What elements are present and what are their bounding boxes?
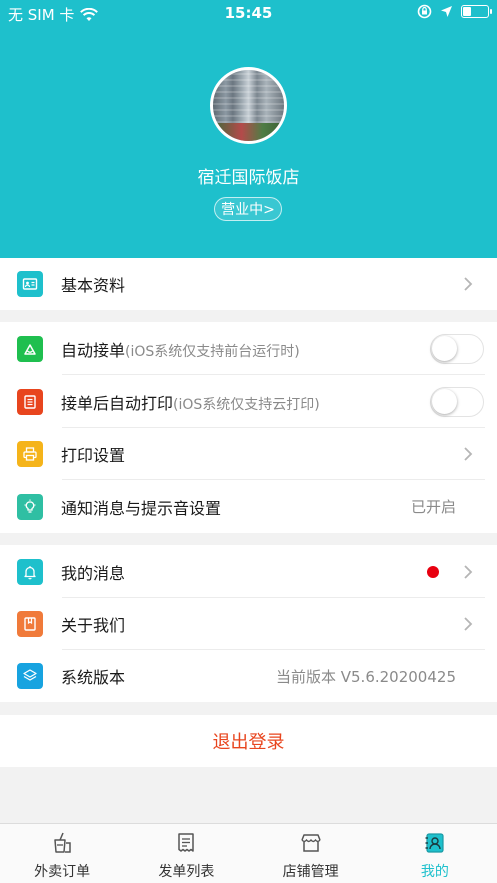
auto-accept-toggle[interactable] xyxy=(430,333,484,364)
chevron-right-icon xyxy=(464,564,473,579)
id-card-icon xyxy=(17,271,43,297)
battery-icon xyxy=(461,5,492,18)
notify-settings-row[interactable]: 通知消息与提示音设置 已开启 xyxy=(0,480,497,533)
chevron-right-icon xyxy=(464,447,473,461)
lightbulb-icon xyxy=(17,493,43,520)
bookmark-icon xyxy=(17,611,43,637)
rotation-lock-icon xyxy=(417,4,432,19)
version-value: 当前版本 V5.6.20200425 xyxy=(275,667,456,686)
settings-section: 自动接单(iOS系统仅支持前台运行时) 接单后自动打印(iOS系统仅支持云打印)… xyxy=(0,322,497,533)
auto-accept-row: 自动接单(iOS系统仅支持前台运行时) xyxy=(0,322,497,375)
notify-settings-label: 通知消息与提示音设置 xyxy=(61,498,222,518)
bell-icon xyxy=(17,558,43,585)
shop-avatar[interactable] xyxy=(210,67,287,144)
about-us-label: 关于我们 xyxy=(61,616,126,635)
print-settings-row[interactable]: 打印设置 xyxy=(0,428,497,480)
document-icon xyxy=(17,388,43,415)
profile-card-icon xyxy=(425,833,444,853)
tab-takeout-orders[interactable]: 外卖订单 xyxy=(0,824,124,883)
system-version-row: 系统版本 当前版本 V5.6.20200425 xyxy=(0,650,497,702)
my-messages-row[interactable]: 我的消息 xyxy=(0,545,497,598)
unread-badge xyxy=(427,565,439,578)
my-messages-label: 我的消息 xyxy=(61,563,126,583)
tab-label: 发单列表 xyxy=(158,864,215,880)
location-arrow-icon xyxy=(441,6,452,17)
system-version-label: 系统版本 xyxy=(61,668,126,687)
receipt-icon xyxy=(178,833,195,852)
chevron-right-icon xyxy=(464,277,473,291)
profile-header: 无 SIM 卡 15:45 宿迁国际饭店 营业中> xyxy=(0,0,497,258)
business-status-button[interactable]: 营业中> xyxy=(214,197,282,221)
notify-status-value: 已开启 xyxy=(410,498,456,516)
auto-accept-title: 自动接单 xyxy=(61,340,126,360)
store-icon xyxy=(300,834,321,852)
basic-info-row[interactable]: 基本资料 xyxy=(0,258,497,310)
auto-print-row: 接单后自动打印(iOS系统仅支持云打印) xyxy=(0,375,497,428)
logout-button[interactable]: 退出登录 xyxy=(0,715,497,767)
auto-accept-note: (iOS系统仅支持前台运行时) xyxy=(125,343,300,360)
tab-label: 店铺管理 xyxy=(282,864,339,880)
auto-print-toggle[interactable] xyxy=(430,386,484,417)
shop-name: 宿迁国际饭店 xyxy=(197,168,300,188)
auto-print-label: 接单后自动打印(iOS系统仅支持云打印) xyxy=(61,390,320,414)
layers-icon xyxy=(17,663,43,689)
chevron-right-icon xyxy=(464,617,473,631)
printer-icon xyxy=(17,441,43,467)
bag-icon xyxy=(17,335,43,362)
info-section: 我的消息 关于我们 系统版本 当前版本 V5.6.20200425 xyxy=(0,545,497,702)
tab-mine[interactable]: 我的 xyxy=(373,824,497,883)
auto-print-title: 接单后自动打印 xyxy=(61,393,174,413)
drink-icon xyxy=(54,832,71,853)
basic-info-label: 基本资料 xyxy=(61,276,126,295)
tab-dispatch-list[interactable]: 发单列表 xyxy=(124,824,248,883)
tab-bar: 外卖订单 发单列表 店铺管理 我的 xyxy=(0,823,497,883)
tab-label: 我的 xyxy=(420,864,449,880)
tab-label: 外卖订单 xyxy=(34,864,91,880)
print-settings-label: 打印设置 xyxy=(61,446,126,465)
about-us-row[interactable]: 关于我们 xyxy=(0,598,497,650)
status-bar: 无 SIM 卡 15:45 xyxy=(0,0,497,26)
auto-accept-label: 自动接单(iOS系统仅支持前台运行时) xyxy=(61,337,300,361)
auto-print-note: (iOS系统仅支持云打印) xyxy=(173,396,320,413)
basic-info-section: 基本资料 xyxy=(0,258,497,310)
tab-store-management[interactable]: 店铺管理 xyxy=(249,824,373,883)
